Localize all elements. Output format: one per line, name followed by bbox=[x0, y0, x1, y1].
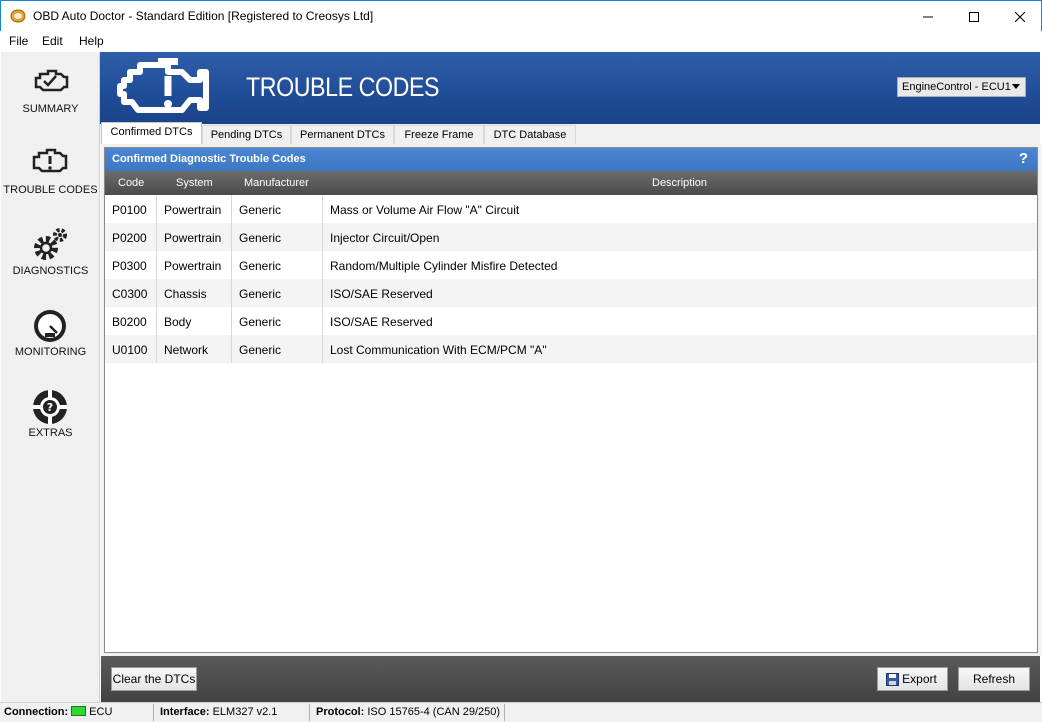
sidebar-item-monitoring[interactable]: MONITORING bbox=[1, 299, 100, 377]
engine-warning-icon bbox=[117, 58, 209, 113]
table-row[interactable]: P0300 Powertrain Generic Random/Multiple… bbox=[105, 251, 1037, 279]
tab-bar: Confirmed DTCs Pending DTCs Permanent DT… bbox=[100, 122, 1040, 144]
panel-header: Confirmed Diagnostic Trouble Codes ? bbox=[105, 148, 1037, 171]
sidebar-item-label: SUMMARY bbox=[22, 103, 79, 115]
ecu-select-value: EngineControl - ECU1 bbox=[902, 81, 1011, 93]
menu-bar: File Edit Help bbox=[1, 31, 1041, 52]
window-title: OBD Auto Doctor - Standard Edition [Regi… bbox=[33, 9, 374, 23]
ecu-select[interactable]: EngineControl - ECU1 bbox=[897, 77, 1026, 97]
lifebuoy-question-icon: ? bbox=[33, 390, 67, 424]
column-header-code[interactable]: Code bbox=[118, 177, 144, 189]
clear-dtcs-button[interactable]: Clear the DTCs bbox=[111, 667, 197, 691]
sidebar-item-label: EXTRAS bbox=[28, 427, 73, 439]
status-divider bbox=[309, 704, 310, 721]
svg-text:?: ? bbox=[47, 401, 53, 414]
header-banner: TROUBLE CODES EngineControl - ECU1 bbox=[100, 52, 1040, 124]
sidebar-item-diagnostics[interactable]: DIAGNOSTICS bbox=[1, 218, 100, 296]
sidebar-item-label: DIAGNOSTICS bbox=[12, 265, 89, 277]
maximize-icon bbox=[969, 11, 979, 22]
gauge-icon bbox=[34, 310, 66, 342]
engine-warning-icon bbox=[32, 148, 68, 173]
refresh-button[interactable]: Refresh bbox=[958, 667, 1030, 691]
menu-edit[interactable]: Edit bbox=[42, 34, 63, 48]
connection-indicator-icon bbox=[71, 706, 87, 716]
column-header-manufacturer[interactable]: Manufacturer bbox=[244, 177, 309, 189]
status-interface: Interface: ELM327 v2.1 bbox=[160, 706, 278, 718]
minimize-button[interactable] bbox=[905, 1, 951, 32]
panel-title: Confirmed Diagnostic Trouble Codes bbox=[112, 153, 306, 165]
page-title: TROUBLE CODES bbox=[246, 72, 440, 102]
sidebar-item-extras[interactable]: ? EXTRAS bbox=[1, 380, 100, 458]
title-bar: OBD Auto Doctor - Standard Edition [Regi… bbox=[0, 0, 1042, 31]
help-icon[interactable]: ? bbox=[1019, 150, 1028, 167]
table-row[interactable]: U0100 Network Generic Lost Communication… bbox=[105, 335, 1037, 363]
maximize-button[interactable] bbox=[951, 1, 997, 32]
sidebar-item-summary[interactable]: SUMMARY bbox=[1, 56, 100, 134]
status-divider bbox=[504, 704, 505, 721]
gears-icon bbox=[34, 228, 67, 260]
chevron-down-icon bbox=[1012, 84, 1020, 89]
app-logo-icon bbox=[10, 9, 26, 23]
export-label: Export bbox=[902, 672, 937, 686]
main-panel: Confirmed Diagnostic Trouble Codes ? Cod… bbox=[101, 144, 1041, 656]
sidebar-item-label: MONITORING bbox=[14, 346, 87, 358]
minimize-icon bbox=[923, 16, 933, 17]
export-button[interactable]: Export bbox=[877, 667, 948, 691]
menu-help[interactable]: Help bbox=[79, 34, 104, 48]
action-bar: Clear the DTCs Export Refresh bbox=[101, 656, 1040, 702]
status-divider bbox=[153, 704, 154, 721]
column-divider bbox=[156, 195, 157, 363]
dtc-grid-container: Confirmed Diagnostic Trouble Codes ? Cod… bbox=[104, 147, 1038, 653]
sidebar: SUMMARY TROUBLE CODES DIAGNOSTICS MONITO… bbox=[1, 52, 100, 702]
column-header-description[interactable]: Description bbox=[652, 177, 707, 189]
table-header: Code System Manufacturer Description bbox=[105, 171, 1037, 195]
sidebar-item-trouble-codes[interactable]: TROUBLE CODES bbox=[1, 137, 100, 215]
sidebar-item-label: TROUBLE CODES bbox=[3, 184, 98, 196]
save-icon bbox=[886, 673, 899, 686]
table-row[interactable]: C0300 Chassis Generic ISO/SAE Reserved bbox=[105, 279, 1037, 307]
menu-file[interactable]: File bbox=[9, 34, 28, 48]
column-divider bbox=[231, 195, 232, 363]
status-bar: Connection: ECU Interface: ELM327 v2.1 Pr… bbox=[0, 702, 1042, 722]
table-body: P0100 Powertrain Generic Mass or Volume … bbox=[105, 195, 1037, 363]
close-icon bbox=[1015, 11, 1025, 22]
column-divider bbox=[322, 195, 323, 363]
table-row[interactable]: P0200 Powertrain Generic Injector Circui… bbox=[105, 223, 1037, 251]
close-button[interactable] bbox=[997, 1, 1042, 32]
engine-check-icon bbox=[34, 69, 69, 92]
tab-dtc-database[interactable]: DTC Database bbox=[484, 125, 576, 144]
table-row[interactable]: P0100 Powertrain Generic Mass or Volume … bbox=[105, 195, 1037, 223]
tab-pending-dtcs[interactable]: Pending DTCs bbox=[202, 125, 291, 144]
status-protocol: Protocol: ISO 15765-4 (CAN 29/250) bbox=[316, 706, 501, 718]
tab-freeze-frame[interactable]: Freeze Frame bbox=[394, 125, 484, 144]
column-header-system[interactable]: System bbox=[176, 177, 213, 189]
tab-permanent-dtcs[interactable]: Permanent DTCs bbox=[291, 125, 394, 144]
table-row[interactable]: B0200 Body Generic ISO/SAE Reserved bbox=[105, 307, 1037, 335]
tab-confirmed-dtcs[interactable]: Confirmed DTCs bbox=[101, 122, 202, 144]
status-connection: Connection: ECU bbox=[4, 706, 113, 718]
